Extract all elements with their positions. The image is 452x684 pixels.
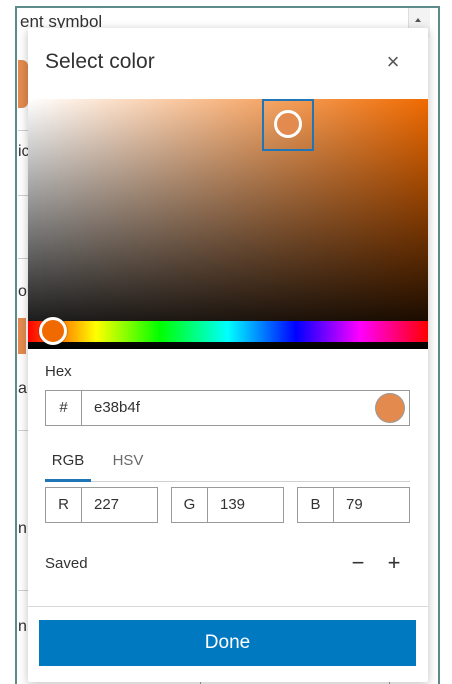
hex-label: Hex — [45, 363, 72, 380]
hex-prefix: # — [46, 391, 82, 425]
scroll-up-icon[interactable] — [415, 18, 421, 22]
hex-color-preview — [375, 393, 405, 423]
green-channel-label: G — [172, 488, 208, 522]
close-icon[interactable]: × — [382, 51, 404, 73]
popover-title: Select color — [45, 50, 155, 73]
saved-colors-label: Saved — [45, 555, 88, 572]
done-button[interactable]: Done — [39, 620, 416, 666]
hex-input[interactable]: # e38b4f — [45, 390, 410, 426]
panel-label-fragment: n — [18, 520, 27, 537]
tab-rgb[interactable]: RGB — [45, 452, 91, 482]
symbol-color-swatch-secondary[interactable] — [18, 318, 26, 354]
tab-hsv[interactable]: HSV — [105, 452, 151, 482]
popover-header: Select color × — [28, 28, 428, 98]
panel-divider — [18, 590, 28, 591]
blue-channel-value[interactable]: 79 — [346, 488, 363, 522]
green-channel-value[interactable]: 139 — [220, 488, 245, 522]
hue-slider-thumb[interactable] — [39, 317, 67, 345]
blue-channel-label: B — [298, 488, 334, 522]
hex-value[interactable]: e38b4f — [94, 391, 140, 425]
green-channel-input[interactable]: G 139 — [171, 487, 284, 523]
panel-divider — [18, 195, 28, 196]
panel-divider — [18, 130, 28, 131]
hue-slider[interactable] — [28, 321, 428, 342]
red-channel-input[interactable]: R 227 — [45, 487, 158, 523]
panel-label-fragment: a — [18, 380, 27, 397]
color-field-thumb[interactable] — [274, 110, 302, 138]
color-mode-tabs: RGB HSV — [45, 444, 410, 482]
panel-divider — [18, 258, 28, 259]
footer-divider — [28, 606, 428, 607]
add-saved-color-button[interactable]: + — [382, 550, 406, 576]
panel-label-fragment: n — [18, 618, 27, 635]
red-channel-value[interactable]: 227 — [94, 488, 119, 522]
color-field[interactable] — [28, 99, 428, 349]
symbol-color-swatch[interactable] — [18, 60, 28, 108]
remove-saved-color-button[interactable]: − — [346, 550, 370, 576]
color-picker-popover: Select color × Hex # e38b4f RGB HSV R 22… — [28, 28, 428, 682]
panel-divider — [18, 430, 28, 431]
red-channel-label: R — [46, 488, 82, 522]
blue-channel-input[interactable]: B 79 — [297, 487, 410, 523]
